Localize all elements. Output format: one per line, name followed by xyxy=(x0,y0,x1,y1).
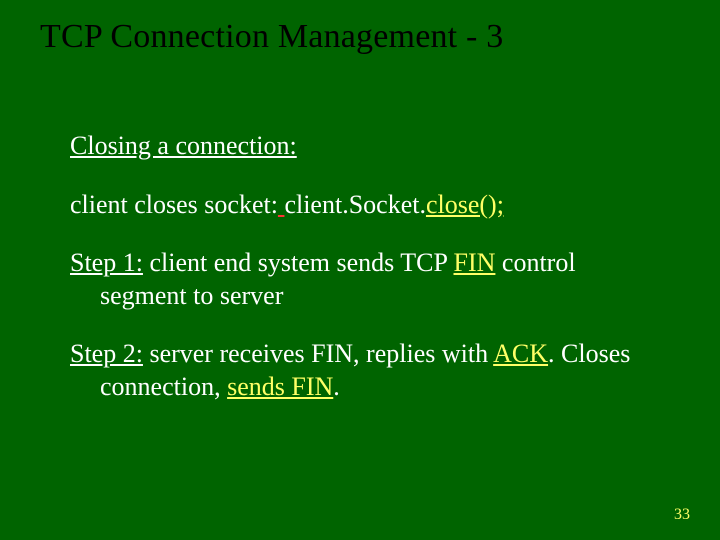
text: . xyxy=(333,372,340,401)
closing-heading: Closing a connection: xyxy=(70,130,660,163)
step-1: Step 1: client end system sends TCP FIN … xyxy=(70,247,660,312)
term-fin: FIN xyxy=(311,339,353,368)
slide: TCP Connection Management - 3 Closing a … xyxy=(0,0,720,540)
slide-title: TCP Connection Management - 3 xyxy=(40,18,503,56)
code-close: close(); xyxy=(426,190,504,219)
line-client-closes: client closes socket: client.Socket.clos… xyxy=(70,189,660,222)
closing-heading-text: Closing a connection: xyxy=(70,131,297,160)
term-sends-fin: sends FIN xyxy=(227,372,333,401)
text: client closes socket: xyxy=(70,190,278,219)
text: client.Socket. xyxy=(284,190,426,219)
term-ack: ACK xyxy=(493,339,548,368)
step-1-label: Step 1: xyxy=(70,248,143,277)
text: , replies with xyxy=(353,339,493,368)
text: server receives xyxy=(143,339,311,368)
page-number: 33 xyxy=(674,506,690,524)
text: client end system sends TCP xyxy=(143,248,454,277)
step-2-label: Step 2: xyxy=(70,339,143,368)
step-2: Step 2: server receives FIN, replies wit… xyxy=(70,338,660,403)
term-fin: FIN xyxy=(454,248,496,277)
slide-body: Closing a connection: client closes sock… xyxy=(70,130,660,429)
